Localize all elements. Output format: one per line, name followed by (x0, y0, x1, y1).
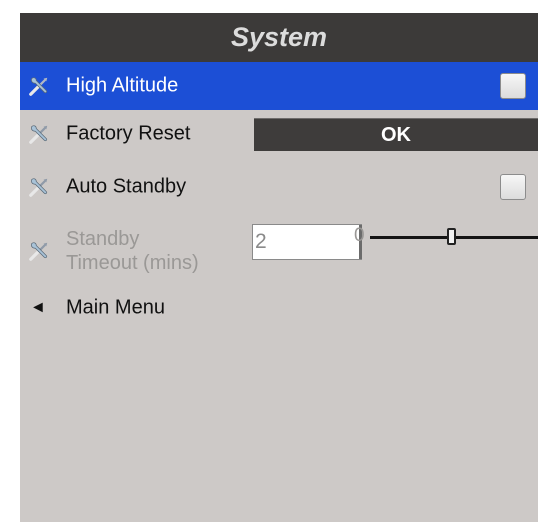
main-menu-label: Main Menu (66, 296, 165, 319)
page-title: System (20, 13, 538, 62)
menu-item-auto-standby[interactable]: Auto Standby (20, 163, 538, 211)
wrench-screwdriver-icon (29, 125, 48, 144)
factory-reset-ok-button[interactable]: OK (254, 118, 538, 151)
menu-item-label: Factory Reset (66, 122, 191, 145)
slider-thumb[interactable] (447, 228, 456, 245)
label-line-2: Timeout (mins) (66, 252, 199, 274)
system-menu-panel: System High Altitude Factory Reset OK Au… (20, 13, 538, 522)
wrench-screwdriver-icon (29, 77, 48, 96)
menu-item-factory-reset[interactable]: Factory Reset OK (20, 110, 538, 158)
menu-item-label: Standby Timeout (mins) (66, 227, 199, 275)
label-line-1: Standby (66, 228, 140, 250)
main-menu-link[interactable]: ◄ Main Menu (20, 284, 538, 332)
standby-timeout-input[interactable]: 2 (252, 224, 362, 260)
wrench-screwdriver-icon (29, 178, 48, 197)
back-arrow-icon: ◄ (30, 299, 46, 316)
menu-item-high-altitude[interactable]: High Altitude (20, 62, 538, 110)
auto-standby-checkbox[interactable] (500, 174, 526, 200)
high-altitude-checkbox[interactable] (500, 73, 526, 99)
menu-item-label: Auto Standby (66, 175, 187, 198)
menu-item-label: High Altitude (66, 74, 179, 97)
slider-min-label: 0 (354, 225, 365, 246)
wrench-screwdriver-icon (29, 242, 48, 261)
